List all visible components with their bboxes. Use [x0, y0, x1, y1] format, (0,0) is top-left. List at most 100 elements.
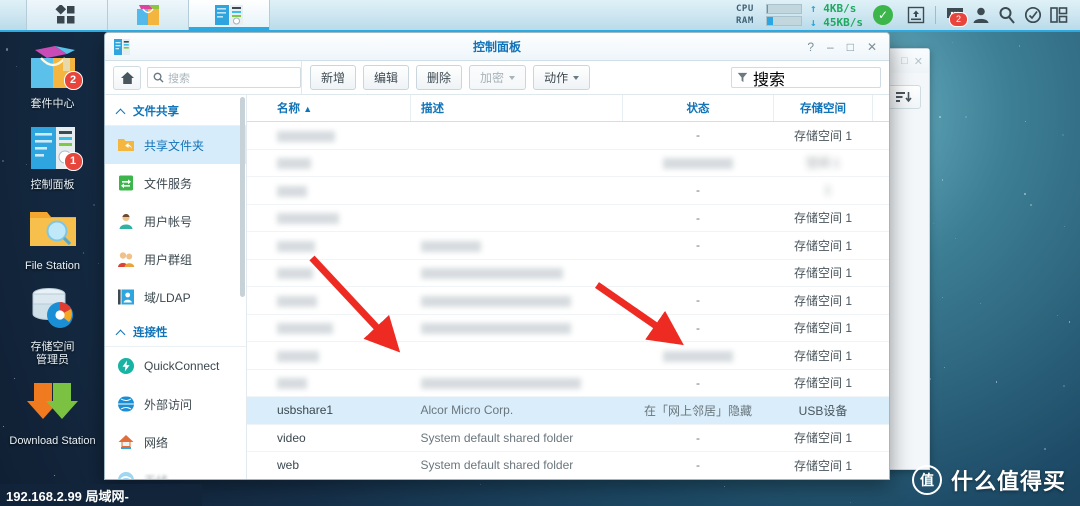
table-row[interactable]: 资料 -存储空间 1 [247, 479, 889, 480]
sidebar-item-user-account[interactable]: 用户帐号 [105, 202, 246, 240]
network-monitor[interactable]: ↑ 4KB/s ↓ 45KB/s [810, 2, 863, 29]
cell-description [410, 176, 623, 205]
search-icon[interactable] [994, 2, 1020, 28]
desktop-icon-download-station[interactable]: Download Station [0, 379, 105, 448]
cell-description [410, 204, 623, 232]
cell-name: web [247, 451, 411, 479]
user-icon[interactable] [968, 2, 994, 28]
sidebar-item-label: 外部访问 [144, 397, 193, 412]
cell-description [410, 259, 623, 287]
toolbar-actions: 新增 编辑 删除 加密 动作 搜索 [301, 61, 889, 94]
column-header-name[interactable]: 名称 ▲ [247, 95, 411, 122]
sidebar-item-partial[interactable]: 无线 [105, 461, 246, 479]
download-station-icon [25, 379, 81, 431]
network-icon [118, 435, 134, 449]
cell-name [247, 231, 411, 260]
redacted-block [277, 240, 315, 252]
cell-description: System default shared folder [410, 451, 623, 479]
close-icon[interactable]: ✕ [914, 55, 923, 68]
cell-volume: 存储空间 1 [773, 341, 873, 370]
widgets-icon[interactable] [1046, 2, 1072, 28]
sort-descending-button[interactable] [887, 85, 921, 109]
home-button[interactable] [113, 65, 141, 90]
sidebar-item-external-access[interactable]: 外部访问 [105, 385, 246, 423]
taskbar-main-menu[interactable] [27, 0, 108, 30]
cell-name [247, 369, 411, 397]
sidebar-item-domain-ldap[interactable]: 域/LDAP [105, 278, 246, 316]
table-row[interactable]: video System default shared folder - 存储空间 1 [247, 424, 889, 452]
taskbar-spacer [270, 0, 736, 30]
cell-status [622, 149, 774, 177]
sidebar-scrollbar[interactable] [240, 97, 245, 297]
chevron-up-icon [117, 107, 126, 116]
create-button[interactable]: 新增 [310, 65, 357, 90]
upload-tray-icon[interactable] [903, 2, 929, 28]
table-row[interactable]: usbshare1 Alcor Micro Corp. 在「网上邻居」隐藏 USB设备 [247, 396, 889, 425]
cell-description [410, 286, 623, 315]
cell-name [247, 204, 411, 232]
column-header-volume[interactable]: 存储空间 [773, 95, 873, 122]
table-row[interactable]: - 存储空间 1 [247, 204, 889, 232]
table-row[interactable]: 空间 1 [247, 149, 889, 177]
package-center-icon: 2 [25, 42, 83, 94]
sidebar-search-input[interactable]: 搜索 [147, 67, 301, 88]
table-row[interactable]: - 存储空间 1 [247, 231, 889, 260]
cell-status: - [622, 121, 774, 150]
table-row[interactable]: - 存储空间 1 [247, 314, 889, 342]
table-row[interactable]: 存储空间 1 [247, 259, 889, 287]
table-row[interactable]: web System default shared folder - 存储空间 1 [247, 451, 889, 479]
filter-search-input[interactable]: 搜索 [731, 67, 881, 89]
delete-button[interactable]: 删除 [416, 65, 463, 90]
sidebar-section-file-sharing[interactable]: 文件共享 [105, 95, 246, 126]
cell-status: - [622, 286, 774, 315]
redacted-block [277, 295, 317, 307]
taskbar-app-package-center[interactable] [108, 0, 189, 30]
cell-spacer [872, 286, 889, 315]
cell-status: - [622, 314, 774, 342]
download-rate: 45KB/s [823, 15, 863, 29]
taskbar-app-control-panel[interactable] [189, 0, 270, 30]
redacted-block [663, 158, 733, 170]
notifications-icon[interactable]: 2 [942, 2, 968, 28]
sidebar-section-connectivity[interactable]: 连接性 [105, 316, 246, 347]
encrypt-button[interactable]: 加密 [469, 65, 527, 90]
window-body: 文件共享 共享文件夹 文件服务 用户帐号 用户群组 域/LDAP 连接性 Qui… [105, 95, 889, 480]
cell-status: - [622, 424, 774, 452]
sidebar-item-quickconnect[interactable]: QuickConnect [105, 347, 246, 385]
sidebar-item-user-group[interactable]: 用户群组 [105, 240, 246, 278]
column-header-description[interactable]: 描述 [410, 95, 623, 122]
redacted-block [420, 378, 581, 390]
cell-status: 在「网上邻居」隐藏 [622, 396, 774, 425]
resource-monitor[interactable]: CPU RAM [736, 4, 802, 26]
options-icon[interactable] [1020, 2, 1046, 28]
edit-button[interactable]: 编辑 [363, 65, 410, 90]
column-header-status[interactable]: 状态 [622, 95, 774, 122]
table-row[interactable]: - 存储空间 1 [247, 369, 889, 397]
cell-spacer [872, 314, 889, 342]
check-circle-icon[interactable]: ✓ [873, 5, 893, 25]
table-row[interactable]: 存储空间 1 [247, 341, 889, 370]
cpu-bar [766, 4, 802, 14]
table-row[interactable]: - 1 [247, 176, 889, 205]
window-titlebar[interactable]: 控制面板 ? – □ ✕ [105, 33, 889, 61]
cell-volume: 存储空间 1 [773, 231, 873, 260]
action-button[interactable]: 动作 [533, 65, 591, 90]
control-panel-icon [215, 5, 243, 25]
desktop-icon-storage-manager[interactable]: 存储空间 管理员 [0, 285, 105, 367]
notifications-badge: 2 [949, 12, 968, 27]
cell-volume: 存储空间 1 [773, 121, 873, 150]
cell-spacer [872, 259, 889, 287]
sidebar-item-label: QuickConnect [144, 359, 220, 373]
cell-name [247, 314, 411, 342]
table-row[interactable]: - 存储空间 1 [247, 286, 889, 315]
desktop-icon-control-panel[interactable]: 1 控制面板 [0, 123, 105, 192]
desktop-icon-file-station[interactable]: File Station [0, 204, 105, 273]
sidebar-item-network[interactable]: 网络 [105, 423, 246, 461]
sidebar-item-shared-folder[interactable]: 共享文件夹 [105, 126, 246, 164]
table-row[interactable]: - 存储空间 1 [247, 121, 889, 150]
ram-label: RAM [736, 16, 754, 26]
maximize-icon[interactable]: □ [901, 55, 908, 67]
sidebar-item-file-services[interactable]: 文件服务 [105, 164, 246, 202]
desktop-icon-package-center[interactable]: 2 套件中心 [0, 42, 105, 111]
action-button-label: 动作 [544, 71, 569, 85]
